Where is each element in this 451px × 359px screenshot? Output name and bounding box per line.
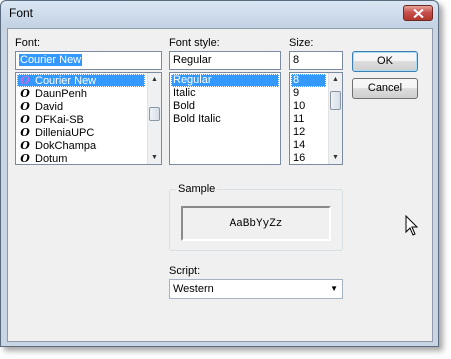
list-item[interactable]: O DilleniaUPC — [17, 126, 145, 139]
size-value: 8 — [293, 54, 300, 66]
list-item-label: 10 — [293, 100, 306, 112]
ok-button[interactable]: OK — [352, 51, 418, 72]
list-item-label: Dotum — [35, 153, 68, 165]
list-item-label: 16 — [293, 152, 306, 164]
list-item[interactable]: 16 — [291, 152, 326, 164]
dialog-client-area: Font: Courier New ▲ ▼ O Courier New O DaunP… — [7, 28, 433, 342]
list-item-label: David — [35, 101, 64, 113]
scroll-down-arrow-icon[interactable]: ▼ — [329, 151, 342, 164]
script-select[interactable]: Western ▼ — [169, 279, 343, 299]
list-item[interactable]: 14 — [291, 139, 326, 152]
font-list-scrollbar[interactable]: ▲ ▼ — [147, 73, 161, 164]
window-title: Font — [9, 6, 34, 20]
sample-label: Sample — [176, 183, 218, 195]
list-item-label: 11 — [293, 113, 305, 125]
scroll-thumb[interactable] — [149, 107, 160, 121]
title-bar[interactable]: Font — [1, 1, 438, 27]
script-value: Western — [173, 283, 214, 295]
list-item[interactable]: 11 — [291, 113, 326, 126]
list-item[interactable]: Italic — [171, 87, 279, 100]
list-item[interactable]: 8 — [291, 74, 326, 87]
opentype-font-icon: O — [20, 87, 30, 100]
sample-text: AaBbYyZz — [229, 218, 283, 230]
close-icon — [413, 9, 424, 18]
mouse-cursor-icon — [405, 215, 419, 236]
opentype-font-icon: O — [20, 74, 30, 87]
scroll-down-arrow-icon[interactable]: ▼ — [148, 151, 161, 164]
list-item-label: 14 — [293, 139, 306, 151]
opentype-font-icon: O — [20, 100, 30, 113]
list-item-label: Bold Italic — [173, 113, 221, 125]
list-item[interactable]: O Dotum — [17, 152, 145, 165]
scroll-thumb[interactable] — [330, 91, 341, 110]
list-item[interactable]: Regular — [171, 74, 279, 87]
chevron-down-icon[interactable]: ▼ — [330, 280, 338, 298]
size-label: Size: — [289, 37, 314, 49]
list-item-label: DaunPenh — [35, 88, 87, 100]
list-item[interactable]: 10 — [291, 100, 326, 113]
list-item[interactable]: 9 — [291, 87, 326, 100]
opentype-font-icon: O — [20, 139, 30, 152]
scroll-up-arrow-icon[interactable]: ▲ — [329, 73, 342, 86]
list-item-label: Regular — [173, 74, 212, 86]
font-dialog-window: Font Font: Courier New ▲ ▼ O Courier New O… — [0, 0, 439, 347]
list-item[interactable]: 12 — [291, 126, 326, 139]
list-item-label: Italic — [173, 87, 196, 99]
list-item[interactable]: O Courier New — [17, 74, 145, 87]
font-name-input[interactable]: Courier New — [15, 51, 162, 70]
size-list-scrollbar[interactable]: ▲ ▼ — [328, 73, 342, 164]
cancel-button[interactable]: Cancel — [352, 78, 418, 99]
list-item-label: Courier New — [35, 75, 97, 87]
size-input[interactable]: 8 — [289, 51, 343, 70]
opentype-font-icon: O — [20, 113, 30, 126]
list-item-label: 8 — [293, 74, 300, 86]
list-item-label: 12 — [293, 126, 306, 138]
list-item-label: DilleniaUPC — [35, 127, 95, 139]
size-list[interactable]: ▲ ▼ 8 9 10 11 12 14 16 — [289, 72, 343, 165]
list-item[interactable]: O DaunPenh — [17, 87, 145, 100]
font-style-label: Font style: — [169, 37, 220, 49]
list-item-label: Bold — [173, 100, 196, 112]
close-button[interactable] — [403, 5, 433, 21]
font-name-value: Courier New — [19, 54, 83, 66]
list-item-label: DokChampa — [35, 140, 97, 152]
opentype-font-icon: O — [20, 126, 30, 139]
list-item[interactable]: O DFKai-SB — [17, 113, 145, 126]
list-item[interactable]: O David — [17, 100, 145, 113]
opentype-font-icon: O — [20, 152, 30, 165]
list-item[interactable]: O DokChampa — [17, 139, 145, 152]
list-item[interactable]: Bold — [171, 100, 279, 113]
list-item-label: 9 — [293, 87, 300, 99]
list-item[interactable]: Bold Italic — [171, 113, 279, 126]
font-list[interactable]: ▲ ▼ O Courier New O DaunPenh O David O DFKai-SB… — [15, 72, 162, 165]
sample-group: Sample AaBbYyZz — [169, 183, 343, 251]
font-style-value: Regular — [173, 54, 212, 66]
font-style-list[interactable]: Regular Italic Bold Bold Italic — [169, 72, 281, 165]
script-label: Script: — [169, 265, 201, 277]
sample-preview: AaBbYyZz — [181, 206, 331, 241]
font-style-input[interactable]: Regular — [169, 51, 281, 70]
scroll-up-arrow-icon[interactable]: ▲ — [148, 73, 161, 86]
font-label: Font: — [15, 37, 41, 49]
list-item-label: DFKai-SB — [35, 114, 84, 126]
